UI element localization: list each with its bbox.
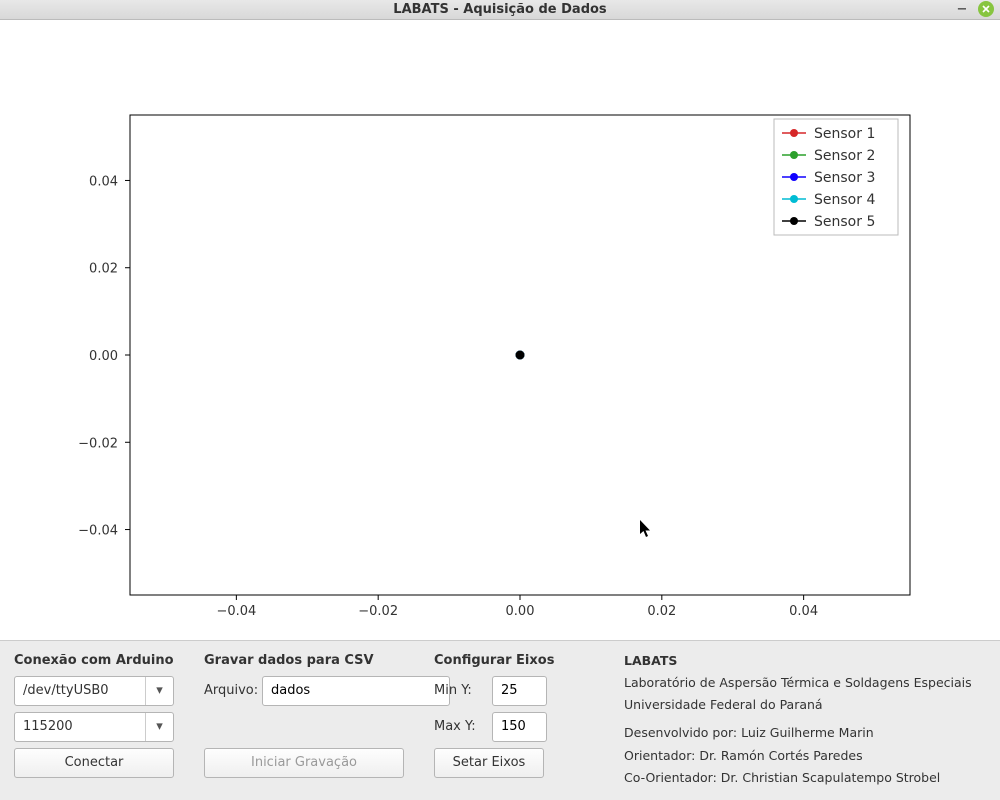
about-title: LABATS: [624, 653, 986, 669]
svg-text:0.04: 0.04: [789, 604, 818, 619]
svg-text:−0.04: −0.04: [216, 604, 256, 619]
set-axes-label: Setar Eixos: [453, 755, 526, 770]
about-dev: Desenvolvido por: Luiz Guilherme Marin: [624, 725, 986, 741]
chevron-down-icon: ▾: [145, 713, 173, 741]
about-coorient: Co-Orientador: Dr. Christian Scapulatemp…: [624, 770, 986, 786]
maxy-label: Max Y:: [434, 719, 484, 734]
start-recording-label: Iniciar Gravação: [251, 755, 357, 770]
axes-heading: Configurar Eixos: [434, 653, 594, 668]
csv-group: Gravar dados para CSV Arquivo: Iniciar G…: [204, 653, 404, 787]
about-group: LABATS Laboratório de Aspersão Térmica e…: [624, 653, 986, 787]
svg-text:0.00: 0.00: [506, 604, 535, 619]
connect-button-label: Conectar: [65, 755, 124, 770]
miny-input[interactable]: [492, 676, 547, 706]
set-axes-button[interactable]: Setar Eixos: [434, 748, 544, 778]
file-label: Arquivo:: [204, 683, 254, 698]
axes-group: Configurar Eixos Min Y: Max Y: Setar Eix…: [434, 653, 594, 787]
connection-group: Conexão com Arduino /dev/ttyUSB0 ▾ 11520…: [14, 653, 174, 787]
svg-text:−0.04: −0.04: [78, 523, 118, 538]
maxy-input[interactable]: [492, 712, 547, 742]
baud-select[interactable]: 115200 ▾: [14, 712, 174, 742]
csv-heading: Gravar dados para CSV: [204, 653, 404, 668]
port-select[interactable]: /dev/ttyUSB0 ▾: [14, 676, 174, 706]
titlebar: LABATS - Aquisição de Dados −: [0, 0, 1000, 20]
chevron-down-icon: ▾: [145, 677, 173, 705]
port-select-value: /dev/ttyUSB0: [23, 683, 109, 698]
start-recording-button[interactable]: Iniciar Gravação: [204, 748, 404, 778]
about-line1: Laboratório de Aspersão Térmica e Soldag…: [624, 675, 986, 691]
svg-text:0.02: 0.02: [89, 261, 118, 276]
svg-text:−0.02: −0.02: [358, 604, 398, 619]
miny-label: Min Y:: [434, 683, 484, 698]
control-panel: Conexão com Arduino /dev/ttyUSB0 ▾ 11520…: [0, 640, 1000, 800]
about-line2: Universidade Federal do Paraná: [624, 697, 986, 713]
svg-text:Sensor 5: Sensor 5: [814, 214, 875, 230]
chart-canvas: −0.04 −0.02 0.00 0.02 0.04 −0.04 −0.02 0.00 0.02…: [0, 20, 1000, 640]
svg-text:Sensor 1: Sensor 1: [814, 126, 875, 142]
window-title: LABATS - Aquisição de Dados: [393, 2, 606, 17]
svg-text:−0.02: −0.02: [78, 436, 118, 451]
svg-text:Sensor 3: Sensor 3: [814, 170, 875, 186]
svg-text:0.02: 0.02: [647, 604, 676, 619]
svg-text:Sensor 2: Sensor 2: [814, 148, 875, 164]
about-orient: Orientador: Dr. Ramón Cortés Paredes: [624, 748, 986, 764]
svg-text:Sensor 4: Sensor 4: [814, 192, 875, 208]
close-icon[interactable]: [978, 1, 994, 17]
svg-text:0.04: 0.04: [89, 174, 118, 189]
plot-area: −0.04 −0.02 0.00 0.02 0.04 −0.04 −0.02 0.00 0.02…: [0, 20, 1000, 640]
svg-text:0.00: 0.00: [89, 349, 118, 364]
connect-button[interactable]: Conectar: [14, 748, 174, 778]
connection-heading: Conexão com Arduino: [14, 653, 174, 668]
baud-select-value: 115200: [23, 719, 73, 734]
minimize-icon[interactable]: −: [954, 1, 970, 17]
file-input[interactable]: [262, 676, 450, 706]
